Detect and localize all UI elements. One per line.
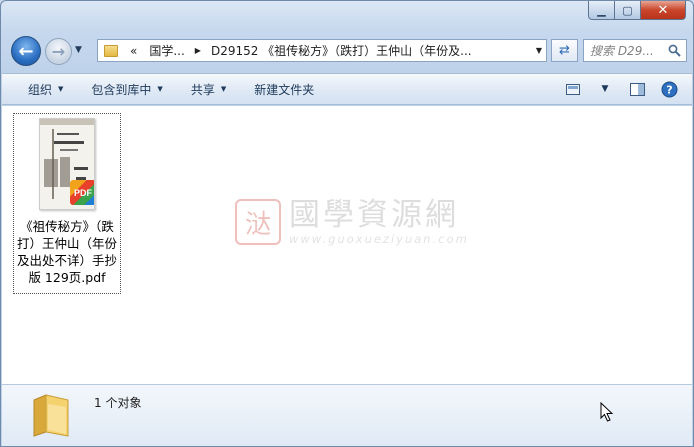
preview-pane-icon <box>629 82 645 96</box>
item-count: 1 个对象 <box>94 396 142 410</box>
search-icon <box>668 44 681 57</box>
search-placeholder: 搜索 D29... <box>590 44 654 58</box>
include-in-library-button[interactable]: 包含到库中 ▼ <box>77 77 176 101</box>
close-button[interactable]: ✕ <box>641 1 686 20</box>
address-bar[interactable]: « 国学... ▶ D29152 《祖传秘方》（跌打）王仲山（年份及... ▼ <box>97 39 547 62</box>
back-button[interactable]: ← <box>11 36 41 66</box>
watermark-logo: 㳠 國學資源網 www.guoxueziyuan.com <box>235 198 469 246</box>
navigation-bar: ← → ▼ « 国学... ▶ D29152 《祖传秘方》（跌打）王仲山（年份及… <box>9 35 687 66</box>
chevron-down-icon: ▼ <box>220 85 227 93</box>
share-label: 共享 <box>190 82 215 97</box>
watermark-text: 國學資源網 <box>289 197 459 233</box>
forward-button[interactable]: → <box>45 38 72 65</box>
address-segment-current[interactable]: D29152 《祖传秘方》（跌打）王仲山（年份及... <box>205 42 478 59</box>
chevron-down-icon: ▼ <box>601 84 609 94</box>
command-bar: 组织 ▼ 包含到库中 ▼ 共享 ▼ 新建文件夹 ▼ ? <box>2 73 692 105</box>
chevron-down-icon: ▼ <box>58 85 64 93</box>
watermark-url: www.guoxueziyuan.com <box>289 232 469 246</box>
view-dropdown-button[interactable]: ▼ <box>594 79 616 99</box>
arrow-left-icon: ← <box>18 40 34 62</box>
help-icon: ? <box>661 81 677 97</box>
organize-button[interactable]: 组织 ▼ <box>14 77 77 101</box>
file-item[interactable]: PDF 《祖传秘方》（跌打）王仲山（年份及出处不详）手抄版 129页.pdf <box>13 113 121 294</box>
pdf-icon: PDF <box>70 180 94 205</box>
chevron-down-icon: ▼ <box>157 85 163 93</box>
chevron-down-icon[interactable]: ▼ <box>536 46 542 55</box>
new-folder-button[interactable]: 新建文件夹 <box>240 77 328 101</box>
address-segment-guoxue[interactable]: 国学... <box>143 42 190 59</box>
organize-label: 组织 <box>28 82 53 97</box>
chevron-down-icon: ▼ <box>75 45 82 55</box>
new-folder-label: 新建文件夹 <box>254 82 315 97</box>
seal-icon: 㳠 <box>235 199 281 245</box>
share-button[interactable]: 共享 ▼ <box>177 77 240 101</box>
explorer-window: ▁ ▢ ✕ ← → ▼ « 国学... ▶ D29152 《祖传秘方》（跌打）王… <box>0 0 694 447</box>
chevron-right-icon[interactable]: ▶ <box>191 46 205 55</box>
change-view-button[interactable] <box>562 79 584 99</box>
pdf-thumbnail: PDF <box>39 118 95 210</box>
folder-icon <box>104 44 118 57</box>
recent-pages-button[interactable]: ▼ <box>75 45 87 57</box>
include-in-library-label: 包含到库中 <box>91 82 152 97</box>
file-name-label: 《祖传秘方》（跌打）王仲山（年份及出处不详）手抄版 129页.pdf <box>16 219 117 285</box>
folder-icon <box>33 394 69 437</box>
file-list[interactable]: PDF 《祖传秘方》（跌打）王仲山（年份及出处不详）手抄版 129页.pdf 㳠… <box>2 106 692 384</box>
search-input[interactable]: 搜索 D29... <box>583 39 687 62</box>
minimize-button[interactable]: ▁ <box>588 1 615 20</box>
refresh-icon: ⇄ <box>559 43 570 58</box>
preview-pane-button[interactable] <box>626 79 648 99</box>
view-options-icon <box>566 83 580 95</box>
details-pane: 1 个对象 <box>2 384 692 446</box>
arrow-right-icon: → <box>51 42 66 61</box>
maximize-button[interactable]: ▢ <box>615 1 641 20</box>
caption-buttons: ▁ ▢ ✕ <box>588 1 686 21</box>
address-overflow-button[interactable]: « <box>124 44 143 58</box>
help-button[interactable]: ? <box>658 79 680 99</box>
mouse-pointer-icon <box>600 402 614 422</box>
svg-text:?: ? <box>666 83 672 96</box>
view-controls: ▼ ? <box>562 79 680 99</box>
refresh-button[interactable]: ⇄ <box>551 39 578 62</box>
